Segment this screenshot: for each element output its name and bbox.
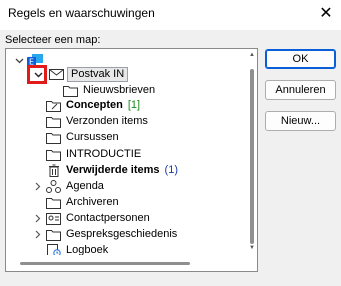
- tree-item-label[interactable]: Agenda: [66, 179, 104, 194]
- vertical-scroll-thumb[interactable]: [250, 69, 254, 244]
- tree-item-label[interactable]: Concepten: [66, 98, 123, 113]
- tree-item-label[interactable]: Verzonden items: [66, 114, 148, 129]
- unread-count: [1]: [127, 99, 141, 111]
- horizontal-scroll-thumb[interactable]: [20, 262, 190, 265]
- folder-icon: [46, 132, 61, 144]
- scroll-up-icon[interactable]: ▲: [249, 52, 255, 58]
- highlight-box: [27, 65, 47, 84]
- inbox-icon: [49, 69, 64, 80]
- folder-icon: [46, 116, 61, 128]
- tree-item-verzonden-items[interactable]: Verzonden items: [46, 114, 148, 129]
- tree-item-postvak-in[interactable]: Postvak IN: [33, 67, 129, 82]
- tree-item-gespreksgeschiedenis[interactable]: Gespreksgeschiedenis: [33, 227, 177, 242]
- folder-icon: [46, 197, 61, 209]
- unread-count: (1): [164, 164, 178, 176]
- chevron-right-icon[interactable]: [33, 229, 43, 241]
- tree-item-label[interactable]: INTRODUCTIE: [66, 147, 141, 162]
- window-title: Regels en waarschuwingen: [8, 6, 155, 20]
- horizontal-scrollbar[interactable]: [6, 255, 247, 271]
- folder-tree[interactable]: E Postvak IN Nieuwsbrieven Concepten [1]: [5, 48, 258, 272]
- tree-item-label[interactable]: Archiveren: [66, 195, 119, 210]
- tree-item-label[interactable]: Contactpersonen: [66, 211, 150, 226]
- folder-icon: [63, 85, 78, 97]
- drafts-icon: [46, 100, 61, 112]
- tree-item-label[interactable]: Gespreksgeschiedenis: [66, 227, 177, 242]
- tree-item-introductie[interactable]: INTRODUCTIE: [46, 147, 141, 162]
- chevron-right-icon[interactable]: [33, 181, 43, 193]
- tree-item-cursussen[interactable]: Cursussen: [46, 130, 119, 145]
- tree-item-contactpersonen[interactable]: Contactpersonen: [33, 211, 150, 226]
- scroll-down-icon[interactable]: ▼: [249, 245, 255, 251]
- tree-item-label[interactable]: Postvak IN: [67, 67, 129, 82]
- shared-folder-icon: [46, 180, 61, 193]
- contacts-icon: [46, 212, 61, 225]
- chevron-right-icon[interactable]: [33, 213, 43, 225]
- tree-item-verwijderde-items[interactable]: Verwijderde items (1): [46, 163, 178, 178]
- tree-item-label[interactable]: Verwijderde items: [66, 163, 160, 178]
- folder-icon: [46, 149, 61, 161]
- folder-prompt-label: Selecteer een map:: [5, 34, 101, 46]
- cancel-button[interactable]: Annuleren: [265, 80, 336, 100]
- trash-icon: [46, 164, 61, 177]
- folder-icon: [46, 229, 61, 241]
- tree-item-label[interactable]: Nieuwsbrieven: [83, 83, 155, 98]
- tree-item-concepten[interactable]: Concepten [1]: [46, 98, 140, 113]
- tree-item-archiveren[interactable]: Archiveren: [46, 195, 119, 210]
- close-button[interactable]: ✕: [311, 0, 341, 26]
- tree-item-nieuwsbrieven[interactable]: Nieuwsbrieven: [63, 83, 155, 98]
- chevron-down-icon[interactable]: [14, 55, 24, 67]
- title-bar: Regels en waarschuwingen ✕: [0, 0, 341, 30]
- tree-item-label[interactable]: Cursussen: [66, 130, 119, 145]
- ok-button[interactable]: OK: [265, 49, 336, 69]
- vertical-scrollbar[interactable]: ▲ ▼: [245, 49, 257, 255]
- new-button[interactable]: Nieuw...: [265, 111, 336, 131]
- tree-item-agenda[interactable]: Agenda: [33, 179, 104, 194]
